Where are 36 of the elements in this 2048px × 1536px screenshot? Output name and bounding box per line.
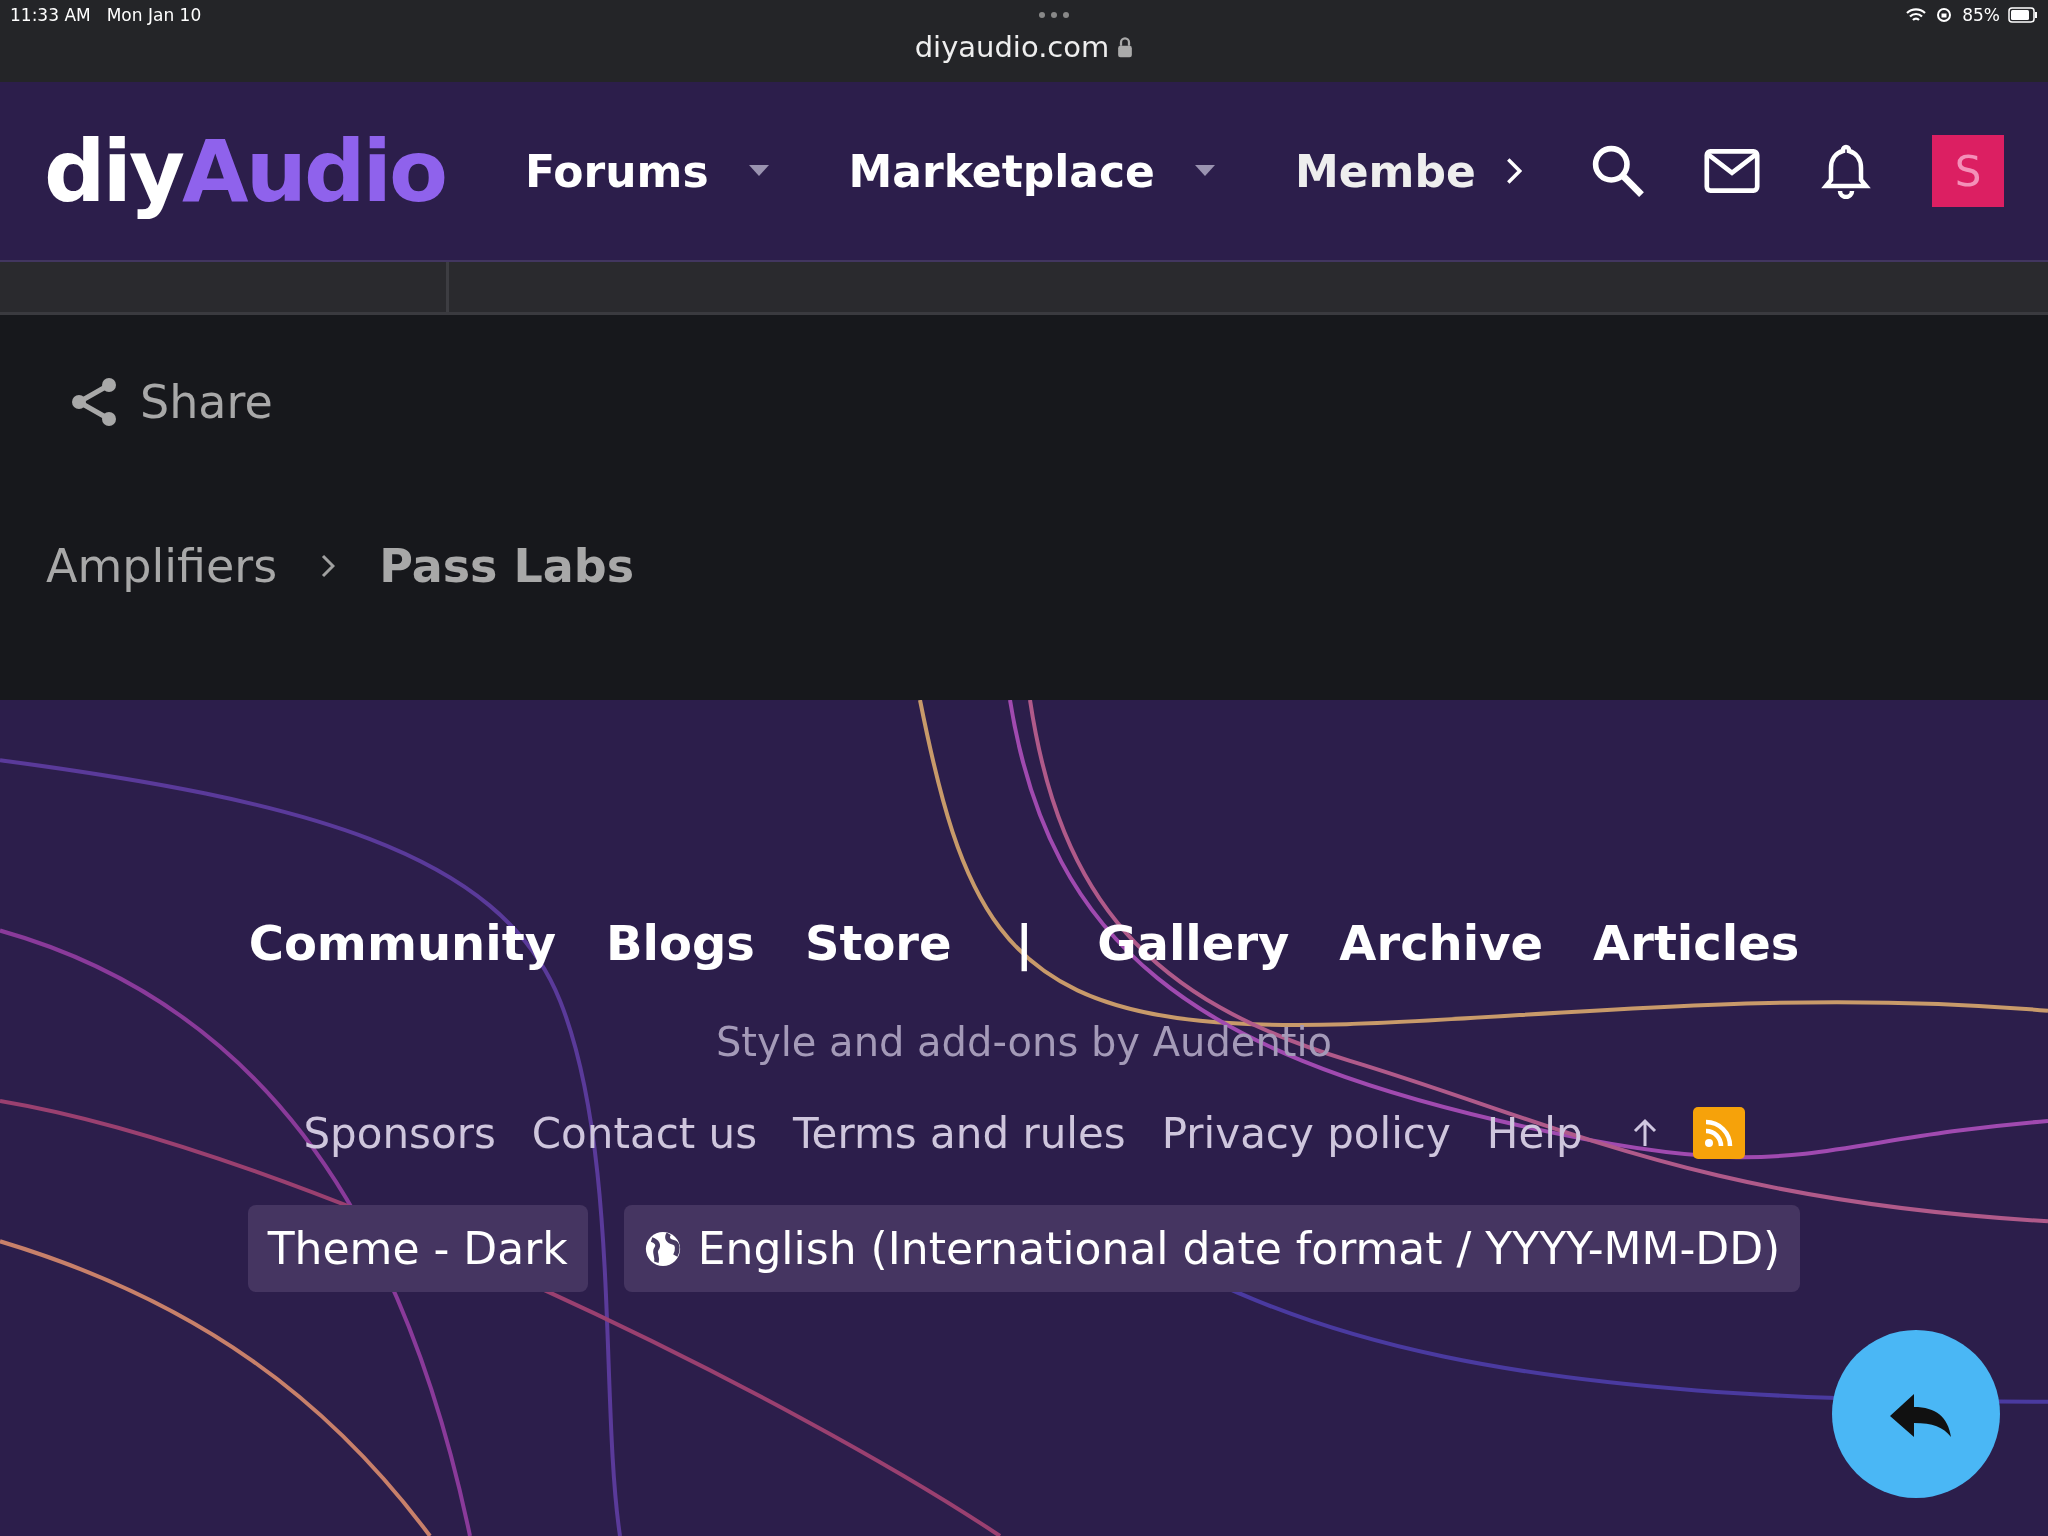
arrow-up-icon[interactable] [1632,1117,1657,1149]
breadcrumb-link[interactable]: Pass Labs [379,539,635,593]
footer-link[interactable]: Terms and rules [793,1108,1126,1158]
globe-icon [643,1229,682,1268]
status-time: 11:33 AM [10,5,91,25]
site-logo[interactable]: diyAudio [44,121,445,221]
search-icon[interactable] [1590,143,1646,199]
footer-nav-link[interactable]: Community [248,915,556,971]
footer-nav-link[interactable]: Articles [1593,915,1800,971]
lock-icon [1117,36,1134,58]
footer-link[interactable]: Sponsors [303,1108,496,1158]
status-date: Mon Jan 10 [106,5,202,25]
breadcrumb-link[interactable]: Amplifiers [46,539,278,593]
nav-tab[interactable]: Forums [525,145,709,197]
share-button[interactable]: Share [68,375,273,429]
reply-button[interactable] [1832,1330,2000,1498]
wifi-icon [1906,7,1927,23]
battery-percent: 85% [1962,5,2000,25]
battery-icon [2008,7,2038,23]
footer-nav-link[interactable]: Store [804,915,952,971]
theme-button[interactable]: Theme - Dark [247,1205,588,1292]
rss-icon[interactable] [1692,1107,1745,1159]
nav-tab[interactable]: Marketplace [848,145,1155,197]
chevron-right-icon[interactable] [1505,157,1522,185]
chevron-right-icon [321,554,336,578]
footer-link[interactable]: Contact us [531,1108,758,1158]
footer-link[interactable]: Privacy policy [1161,1108,1451,1158]
language-button[interactable]: English (International date format / YYYY-MM-DD) [623,1205,1801,1292]
nav-tab[interactable]: Membe [1294,145,1476,197]
language-label: English (International date format / YYYY-MM-DD) [697,1223,1781,1274]
caret-icon[interactable] [748,165,769,177]
caret-icon[interactable] [1194,165,1215,177]
footer-nav-link[interactable]: Archive [1339,915,1544,971]
url-text[interactable]: diyaudio.com [914,30,1110,64]
footer-nav-link[interactable]: Blogs [605,915,755,971]
more-dots-icon[interactable] [1037,11,1070,19]
